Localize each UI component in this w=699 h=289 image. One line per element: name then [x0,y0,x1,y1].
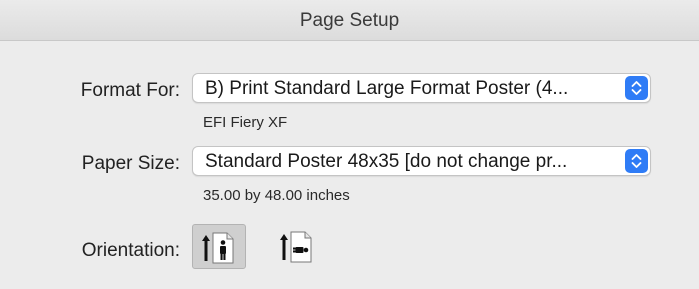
paper-size-popup[interactable]: Standard Poster 48x35 [do not change pr.… [192,146,651,176]
format-for-printer-name: EFI Fiery XF [203,114,288,131]
paper-size-stepper[interactable] [625,149,648,173]
paper-size-dimensions: 35.00 by 48.00 inches [203,187,350,204]
format-for-value: B) Print Standard Large Format Poster (4… [205,78,569,99]
paper-size-label: Paper Size: [81,153,180,174]
chevron-up-down-icon [631,81,642,95]
chevron-up-down-icon [631,154,642,168]
format-for-label: Format For: [80,80,180,101]
landscape-orientation-icon [280,231,312,263]
orientation-label: Orientation: [81,240,180,261]
format-for-popup[interactable]: B) Print Standard Large Format Poster (4… [192,73,651,103]
portrait-orientation-icon [202,232,234,264]
title-bar: Page Setup [0,0,699,41]
dialog-title: Page Setup [299,10,400,31]
paper-size-value: Standard Poster 48x35 [do not change pr.… [205,151,568,172]
format-for-stepper[interactable] [625,76,648,100]
landscape-orientation-button[interactable] [271,224,325,269]
page-setup-dialog: Page Setup Format For: B) Print Standard… [0,0,699,289]
portrait-orientation-button[interactable] [192,224,246,269]
